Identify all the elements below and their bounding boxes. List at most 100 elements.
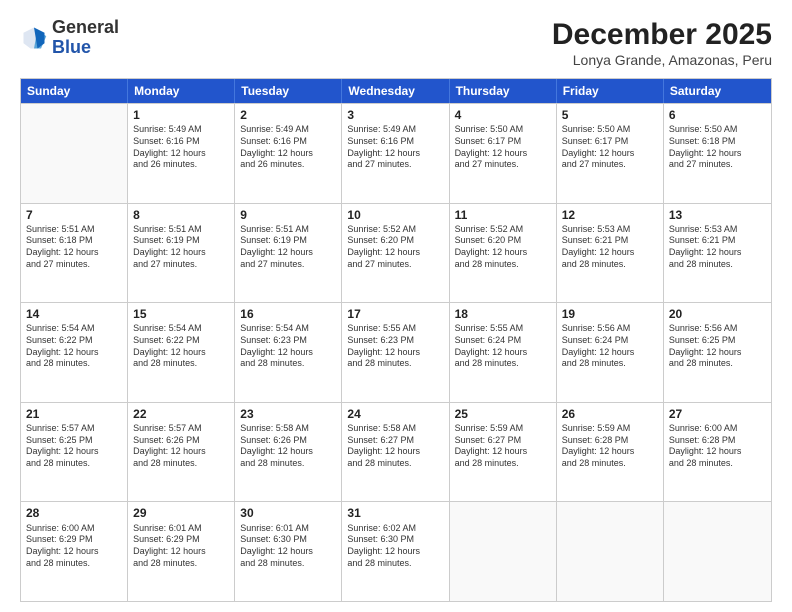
calendar-cell: 4Sunrise: 5:50 AM Sunset: 6:17 PM Daylig… — [450, 104, 557, 203]
day-number: 25 — [455, 406, 551, 422]
calendar-cell: 19Sunrise: 5:56 AM Sunset: 6:24 PM Dayli… — [557, 303, 664, 402]
cell-info: Sunrise: 5:49 AM Sunset: 6:16 PM Dayligh… — [240, 124, 336, 171]
day-number: 28 — [26, 505, 122, 521]
header: General Blue December 2025 Lonya Grande,… — [20, 18, 772, 68]
calendar-cell — [557, 502, 664, 601]
day-number: 21 — [26, 406, 122, 422]
day-number: 27 — [669, 406, 766, 422]
calendar-cell: 27Sunrise: 6:00 AM Sunset: 6:28 PM Dayli… — [664, 403, 771, 502]
calendar-cell: 22Sunrise: 5:57 AM Sunset: 6:26 PM Dayli… — [128, 403, 235, 502]
day-number: 6 — [669, 107, 766, 123]
cell-info: Sunrise: 6:00 AM Sunset: 6:29 PM Dayligh… — [26, 523, 122, 570]
cell-info: Sunrise: 5:56 AM Sunset: 6:25 PM Dayligh… — [669, 323, 766, 370]
day-number: 8 — [133, 207, 229, 223]
calendar-cell: 13Sunrise: 5:53 AM Sunset: 6:21 PM Dayli… — [664, 204, 771, 303]
cell-info: Sunrise: 5:57 AM Sunset: 6:25 PM Dayligh… — [26, 423, 122, 470]
cell-info: Sunrise: 5:51 AM Sunset: 6:19 PM Dayligh… — [240, 224, 336, 271]
calendar-cell: 6Sunrise: 5:50 AM Sunset: 6:18 PM Daylig… — [664, 104, 771, 203]
calendar-cell: 10Sunrise: 5:52 AM Sunset: 6:20 PM Dayli… — [342, 204, 449, 303]
day-number: 26 — [562, 406, 658, 422]
calendar: SundayMondayTuesdayWednesdayThursdayFrid… — [20, 78, 772, 602]
logo-blue-text: Blue — [52, 38, 119, 58]
cell-info: Sunrise: 5:55 AM Sunset: 6:24 PM Dayligh… — [455, 323, 551, 370]
day-number: 4 — [455, 107, 551, 123]
calendar-header-cell: Tuesday — [235, 79, 342, 103]
day-number: 22 — [133, 406, 229, 422]
title-block: December 2025 Lonya Grande, Amazonas, Pe… — [552, 18, 772, 68]
cell-info: Sunrise: 5:52 AM Sunset: 6:20 PM Dayligh… — [455, 224, 551, 271]
logo-general-text: General — [52, 18, 119, 38]
calendar-cell: 15Sunrise: 5:54 AM Sunset: 6:22 PM Dayli… — [128, 303, 235, 402]
calendar-header-cell: Sunday — [21, 79, 128, 103]
calendar-cell: 28 Sunrise: 6:00 AM Sunset: 6:29 PM Dayli… — [21, 502, 128, 601]
logo-icon — [20, 24, 48, 52]
calendar-cell: 17Sunrise: 5:55 AM Sunset: 6:23 PM Dayli… — [342, 303, 449, 402]
calendar-body: 1Sunrise: 5:49 AM Sunset: 6:16 PM Daylig… — [21, 103, 771, 601]
day-number: 15 — [133, 306, 229, 322]
calendar-header-cell: Thursday — [450, 79, 557, 103]
page: General Blue December 2025 Lonya Grande,… — [0, 0, 792, 612]
cell-info: Sunrise: 6:00 AM Sunset: 6:28 PM Dayligh… — [669, 423, 766, 470]
calendar-cell — [450, 502, 557, 601]
day-number: 14 — [26, 306, 122, 322]
cell-info: Sunrise: 5:56 AM Sunset: 6:24 PM Dayligh… — [562, 323, 658, 370]
calendar-week: 7Sunrise: 5:51 AM Sunset: 6:18 PM Daylig… — [21, 203, 771, 303]
day-number: 29 — [133, 505, 229, 521]
calendar-cell: 25Sunrise: 5:59 AM Sunset: 6:27 PM Dayli… — [450, 403, 557, 502]
calendar-week: 1Sunrise: 5:49 AM Sunset: 6:16 PM Daylig… — [21, 103, 771, 203]
calendar-header: SundayMondayTuesdayWednesdayThursdayFrid… — [21, 79, 771, 103]
cell-info: Sunrise: 5:54 AM Sunset: 6:22 PM Dayligh… — [26, 323, 122, 370]
cell-info: Sunrise: 5:57 AM Sunset: 6:26 PM Dayligh… — [133, 423, 229, 470]
day-number: 7 — [26, 207, 122, 223]
calendar-week: 21Sunrise: 5:57 AM Sunset: 6:25 PM Dayli… — [21, 402, 771, 502]
calendar-cell: 24Sunrise: 5:58 AM Sunset: 6:27 PM Dayli… — [342, 403, 449, 502]
cell-info: Sunrise: 5:51 AM Sunset: 6:19 PM Dayligh… — [133, 224, 229, 271]
calendar-header-cell: Monday — [128, 79, 235, 103]
calendar-cell: 9Sunrise: 5:51 AM Sunset: 6:19 PM Daylig… — [235, 204, 342, 303]
calendar-cell: 30Sunrise: 6:01 AM Sunset: 6:30 PM Dayli… — [235, 502, 342, 601]
logo-text: General Blue — [52, 18, 119, 58]
calendar-cell: 16Sunrise: 5:54 AM Sunset: 6:23 PM Dayli… — [235, 303, 342, 402]
cell-info: Sunrise: 5:50 AM Sunset: 6:17 PM Dayligh… — [562, 124, 658, 171]
calendar-cell: 21Sunrise: 5:57 AM Sunset: 6:25 PM Dayli… — [21, 403, 128, 502]
cell-info: Sunrise: 5:50 AM Sunset: 6:17 PM Dayligh… — [455, 124, 551, 171]
cell-info: Sunrise: 5:58 AM Sunset: 6:26 PM Dayligh… — [240, 423, 336, 470]
calendar-cell: 2Sunrise: 5:49 AM Sunset: 6:16 PM Daylig… — [235, 104, 342, 203]
day-number: 23 — [240, 406, 336, 422]
cell-info: Sunrise: 5:54 AM Sunset: 6:22 PM Dayligh… — [133, 323, 229, 370]
calendar-week: 14Sunrise: 5:54 AM Sunset: 6:22 PM Dayli… — [21, 302, 771, 402]
day-number: 18 — [455, 306, 551, 322]
calendar-cell: 20Sunrise: 5:56 AM Sunset: 6:25 PM Dayli… — [664, 303, 771, 402]
calendar-week: 28 Sunrise: 6:00 AM Sunset: 6:29 PM Dayli… — [21, 501, 771, 601]
cell-info: Sunrise: 5:54 AM Sunset: 6:23 PM Dayligh… — [240, 323, 336, 370]
calendar-cell: 3Sunrise: 5:49 AM Sunset: 6:16 PM Daylig… — [342, 104, 449, 203]
calendar-cell: 11Sunrise: 5:52 AM Sunset: 6:20 PM Dayli… — [450, 204, 557, 303]
cell-info: Sunrise: 5:51 AM Sunset: 6:18 PM Dayligh… — [26, 224, 122, 271]
day-number: 5 — [562, 107, 658, 123]
day-number: 31 — [347, 505, 443, 521]
calendar-cell — [21, 104, 128, 203]
calendar-header-cell: Wednesday — [342, 79, 449, 103]
day-number: 12 — [562, 207, 658, 223]
cell-info: Sunrise: 5:55 AM Sunset: 6:23 PM Dayligh… — [347, 323, 443, 370]
cell-info: Sunrise: 6:01 AM Sunset: 6:29 PM Dayligh… — [133, 523, 229, 570]
calendar-cell: 1Sunrise: 5:49 AM Sunset: 6:16 PM Daylig… — [128, 104, 235, 203]
day-number: 20 — [669, 306, 766, 322]
subtitle: Lonya Grande, Amazonas, Peru — [552, 52, 772, 68]
calendar-cell: 7Sunrise: 5:51 AM Sunset: 6:18 PM Daylig… — [21, 204, 128, 303]
cell-info: Sunrise: 5:59 AM Sunset: 6:27 PM Dayligh… — [455, 423, 551, 470]
day-number: 11 — [455, 207, 551, 223]
calendar-cell: 14Sunrise: 5:54 AM Sunset: 6:22 PM Dayli… — [21, 303, 128, 402]
day-number: 16 — [240, 306, 336, 322]
calendar-cell: 12Sunrise: 5:53 AM Sunset: 6:21 PM Dayli… — [557, 204, 664, 303]
cell-info: Sunrise: 5:49 AM Sunset: 6:16 PM Dayligh… — [133, 124, 229, 171]
day-number: 24 — [347, 406, 443, 422]
calendar-header-cell: Saturday — [664, 79, 771, 103]
calendar-header-cell: Friday — [557, 79, 664, 103]
calendar-cell: 8Sunrise: 5:51 AM Sunset: 6:19 PM Daylig… — [128, 204, 235, 303]
calendar-cell: 18Sunrise: 5:55 AM Sunset: 6:24 PM Dayli… — [450, 303, 557, 402]
cell-info: Sunrise: 5:52 AM Sunset: 6:20 PM Dayligh… — [347, 224, 443, 271]
cell-info: Sunrise: 6:02 AM Sunset: 6:30 PM Dayligh… — [347, 523, 443, 570]
cell-info: Sunrise: 5:53 AM Sunset: 6:21 PM Dayligh… — [562, 224, 658, 271]
main-title: December 2025 — [552, 18, 772, 52]
